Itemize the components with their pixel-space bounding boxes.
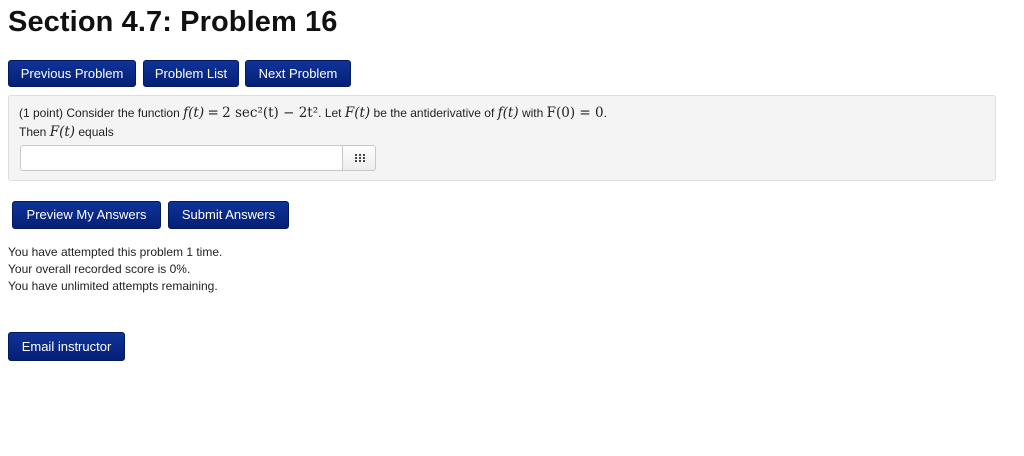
initial-condition: F(0) = 0 <box>546 105 604 121</box>
equals-sign: = <box>207 105 219 121</box>
antiderivative-F-of-t: F(t) <box>344 105 371 121</box>
problem-text-line-2: Then F(t) equals <box>19 124 114 140</box>
problem-page: Section 4.7: Problem 16 Previous Problem… <box>0 0 1024 456</box>
problem-let-text: . Let <box>318 106 342 120</box>
grid-icon <box>355 154 365 162</box>
function-expression: 2 sec²(t) − 2t² <box>222 105 319 121</box>
problem-antiderivative-text: be the antiderivative of <box>373 106 495 120</box>
score-text: Your overall recorded score is 0%. <box>8 262 191 276</box>
problem-intro-text: Consider the function <box>66 106 180 120</box>
attempts-text: You have attempted this problem 1 time. <box>8 245 223 259</box>
problem-period: . <box>603 106 607 120</box>
problem-points: (1 point) <box>19 106 64 120</box>
next-problem-button[interactable]: Next Problem <box>245 60 351 87</box>
problem-equals-text: equals <box>78 125 114 139</box>
previous-problem-button[interactable]: Previous Problem <box>8 60 136 87</box>
page-title: Section 4.7: Problem 16 <box>8 6 338 38</box>
preview-answers-button[interactable]: Preview My Answers <box>12 201 161 229</box>
problem-then-text: Then <box>19 125 47 139</box>
antiderivative-F-of-t-ref: F(t) <box>49 124 76 140</box>
function-f-of-t-ref: f(t) <box>497 105 519 121</box>
attempt-status: You have attempted this problem 1 time. … <box>8 244 222 295</box>
submit-answers-button[interactable]: Submit Answers <box>168 201 289 229</box>
function-f-of-t: f(t) <box>183 105 205 121</box>
problem-list-button[interactable]: Problem List <box>143 60 239 87</box>
remaining-attempts-text: You have unlimited attempts remaining. <box>8 279 218 293</box>
problem-statement-box: (1 point) Consider the function f(t) = 2… <box>8 95 996 181</box>
email-instructor-button[interactable]: Email instructor <box>8 332 125 361</box>
equation-palette-button[interactable] <box>342 145 376 171</box>
problem-text-line-1: (1 point) Consider the function f(t) = 2… <box>19 105 607 121</box>
problem-with-text: with <box>521 106 544 120</box>
answer-input[interactable] <box>20 145 342 171</box>
answer-field-group <box>20 145 376 171</box>
